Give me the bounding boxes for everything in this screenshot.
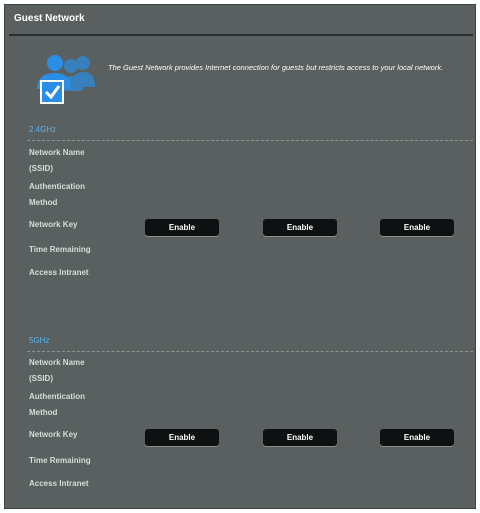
label-method: Method	[29, 198, 58, 207]
label-network-key: Network Key	[29, 220, 78, 229]
band-divider	[27, 351, 473, 352]
enable-button[interactable]: Enable	[380, 429, 454, 446]
label-network-name: Network Name	[29, 148, 85, 157]
label-time-remaining: Time Remaining	[29, 456, 91, 465]
label-authentication: Authentication	[29, 392, 85, 401]
enable-button[interactable]: Enable	[145, 429, 219, 446]
label-ssid: (SSID)	[29, 374, 53, 383]
band-title-2-4ghz: 2.4GHz	[29, 125, 57, 134]
label-time-remaining: Time Remaining	[29, 245, 91, 254]
page-title: Guest Network	[14, 13, 85, 24]
guest-users-icon	[37, 55, 95, 104]
label-ssid: (SSID)	[29, 164, 53, 173]
guest-network-panel: Guest Network The Guest Network provides…	[4, 4, 476, 509]
enable-button[interactable]: Enable	[380, 219, 454, 236]
label-network-name: Network Name	[29, 358, 85, 367]
label-authentication: Authentication	[29, 182, 85, 191]
band-title-5ghz: 5GHz	[29, 336, 50, 345]
label-method: Method	[29, 408, 58, 417]
enable-button[interactable]: Enable	[145, 219, 219, 236]
intro-description: The Guest Network provides Internet conn…	[108, 63, 444, 72]
label-network-key: Network Key	[29, 430, 78, 439]
enable-button[interactable]: Enable	[263, 429, 337, 446]
band-divider	[27, 140, 473, 141]
title-divider	[9, 34, 473, 36]
label-access-intranet: Access Intranet	[29, 479, 89, 488]
enable-button[interactable]: Enable	[263, 219, 337, 236]
label-access-intranet: Access Intranet	[29, 268, 89, 277]
